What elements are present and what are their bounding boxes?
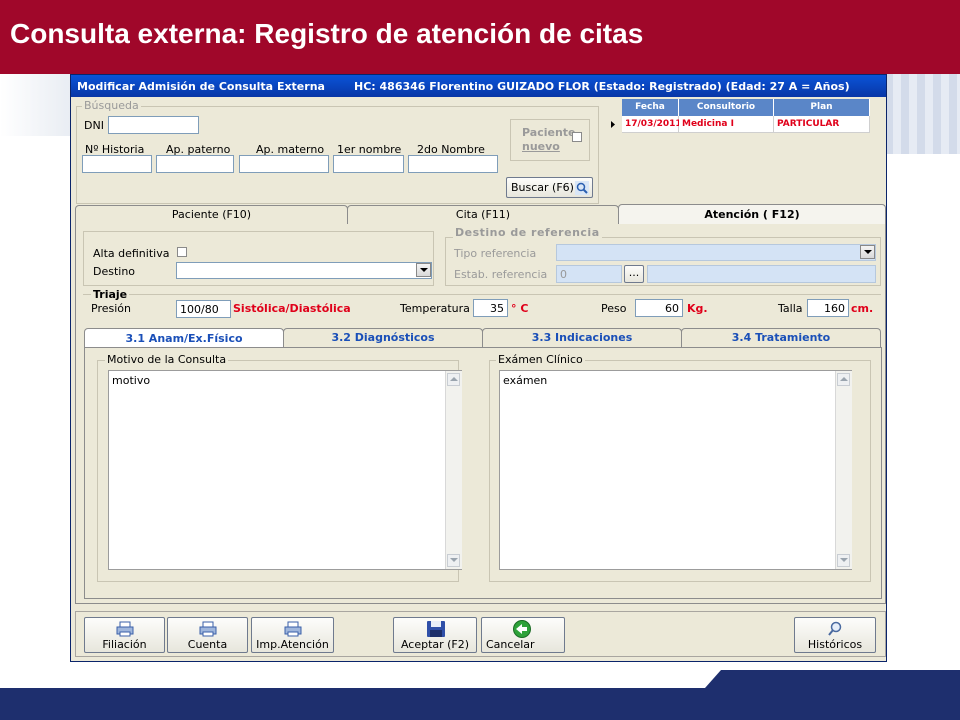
- talla-input[interactable]: 160: [807, 299, 849, 317]
- presion-unit: Sistólica/Diastólica: [233, 302, 351, 315]
- cancelar-button[interactable]: Cancelar: [481, 617, 565, 653]
- referencia-legend: Destino de referencia: [453, 226, 602, 239]
- alta-checkbox[interactable]: [177, 247, 187, 257]
- patient-header: HC: 486346 Florentino GUIZADO FLOR (Esta…: [354, 80, 850, 93]
- grid-row-indicator: [604, 116, 622, 133]
- tab-paciente[interactable]: Paciente (F10): [75, 205, 348, 224]
- appointments-grid: Fecha Consultorio Plan 17/03/2011 Medici…: [604, 99, 886, 197]
- slide-header: Consulta externa: Registro de atención d…: [0, 0, 960, 74]
- aceptar-label: Aceptar (F2): [400, 638, 470, 651]
- save-icon: [427, 621, 445, 637]
- tipo-referencia-label: Tipo referencia: [454, 247, 537, 260]
- search-icon: [828, 621, 842, 636]
- triaje-legend: Triaje: [91, 288, 130, 301]
- chevron-down-icon[interactable]: [860, 245, 875, 259]
- cuenta-button[interactable]: Cuenta: [167, 617, 248, 653]
- historicos-label: Históricos: [807, 638, 863, 651]
- talla-unit: cm.: [851, 302, 874, 315]
- materno-input[interactable]: [239, 155, 329, 173]
- scroll-up-icon[interactable]: [837, 373, 850, 386]
- slide-footer-band: [705, 670, 960, 688]
- motivo-legend: Motivo de la Consulta: [105, 353, 229, 366]
- back-arrow-icon: [513, 620, 531, 638]
- estab-referencia-label: Estab. referencia: [454, 268, 548, 281]
- estab-referencia-code[interactable]: 0: [556, 265, 622, 283]
- buscar-button[interactable]: Buscar (F6): [506, 177, 593, 198]
- grid-header-plan: Plan: [774, 99, 870, 116]
- estab-referencia-name[interactable]: [647, 265, 876, 283]
- destino-select[interactable]: [176, 262, 432, 279]
- examen-textarea[interactable]: exámen: [499, 370, 852, 570]
- printer-icon: [116, 621, 134, 637]
- grid-header-fecha: Fecha: [622, 99, 679, 116]
- cancelar-label: Cancelar: [486, 638, 535, 651]
- talla-label: Talla: [778, 302, 803, 315]
- grid-header-consultorio: Consultorio: [679, 99, 774, 116]
- temperatura-unit: ° C: [511, 302, 529, 315]
- dni-label: DNI: [84, 119, 104, 132]
- tab-tratamiento[interactable]: 3.4 Tratamiento: [681, 328, 881, 347]
- nombre2-input[interactable]: [408, 155, 498, 173]
- tab-anamnesis[interactable]: 3.1 Anam/Ex.Físico: [84, 328, 284, 348]
- paciente-nuevo-checkbox[interactable]: [572, 132, 582, 142]
- printer-icon: [284, 621, 302, 637]
- nombre1-input[interactable]: [333, 155, 404, 173]
- examen-text: exámen: [503, 374, 548, 387]
- destino-label: Destino: [93, 265, 136, 278]
- tab-atencion[interactable]: Atención ( F12): [618, 204, 886, 224]
- historia-input[interactable]: [82, 155, 152, 173]
- scroll-down-icon[interactable]: [447, 554, 460, 567]
- paterno-input[interactable]: [156, 155, 234, 173]
- filiacion-button[interactable]: Filiación: [84, 617, 165, 653]
- imp-atencion-label: Imp.Atención: [256, 638, 329, 651]
- presion-label: Presión: [91, 302, 131, 315]
- scroll-down-icon[interactable]: [837, 554, 850, 567]
- buscar-label: Buscar (F6): [511, 181, 574, 194]
- filiacion-label: Filiación: [102, 638, 147, 651]
- peso-label: Peso: [601, 302, 627, 315]
- dni-input[interactable]: [108, 116, 199, 134]
- motivo-textarea[interactable]: motivo: [108, 370, 462, 570]
- chevron-down-icon[interactable]: [416, 263, 431, 277]
- paciente-nuevo-label2: nuevo: [522, 140, 560, 153]
- printer-icon: [199, 621, 217, 637]
- tipo-referencia-select[interactable]: [556, 244, 876, 261]
- examen-scrollbar[interactable]: [835, 371, 852, 569]
- presion-input[interactable]: 100/80: [176, 300, 231, 318]
- grid-cell-plan[interactable]: PARTICULAR: [774, 116, 870, 133]
- slide-decoration: [885, 74, 960, 154]
- slide-footer: [0, 688, 960, 720]
- motivo-scrollbar[interactable]: [445, 371, 462, 569]
- paciente-nuevo-box: Paciente nuevo: [510, 119, 590, 161]
- window-titlebar[interactable]: Modificar Admisión de Consulta Externa H…: [71, 75, 886, 97]
- app-window: Modificar Admisión de Consulta Externa H…: [70, 74, 887, 662]
- alta-label: Alta definitiva: [93, 247, 170, 260]
- motivo-text: motivo: [112, 374, 151, 387]
- grid-cell-consultorio[interactable]: Medicina I: [679, 116, 774, 133]
- tab-indicaciones[interactable]: 3.3 Indicaciones: [482, 328, 682, 347]
- imp-atencion-button[interactable]: Imp.Atención: [251, 617, 334, 653]
- tab-diagnosticos[interactable]: 3.2 Diagnósticos: [283, 328, 483, 347]
- tab-cita[interactable]: Cita (F11): [347, 205, 619, 224]
- slide-decoration-left: [0, 74, 70, 136]
- estab-referencia-browse-button[interactable]: ...: [624, 265, 644, 283]
- paciente-nuevo-label: Paciente: [522, 126, 576, 139]
- peso-unit: Kg.: [687, 302, 708, 315]
- cuenta-label: Cuenta: [187, 638, 228, 651]
- search-icon: [575, 181, 589, 195]
- peso-input[interactable]: 60: [635, 299, 683, 317]
- grid-cell-fecha[interactable]: 17/03/2011: [622, 116, 682, 133]
- search-legend: Búsqueda: [82, 99, 141, 112]
- temperatura-input[interactable]: 35: [473, 299, 508, 317]
- slide-title: Consulta externa: Registro de atención d…: [10, 18, 644, 49]
- examen-legend: Exámen Clínico: [496, 353, 585, 366]
- historicos-button[interactable]: Históricos: [794, 617, 876, 653]
- aceptar-button[interactable]: Aceptar (F2): [393, 617, 477, 653]
- scroll-up-icon[interactable]: [447, 373, 460, 386]
- window-title: Modificar Admisión de Consulta Externa: [77, 80, 325, 93]
- temperatura-label: Temperatura: [400, 302, 470, 315]
